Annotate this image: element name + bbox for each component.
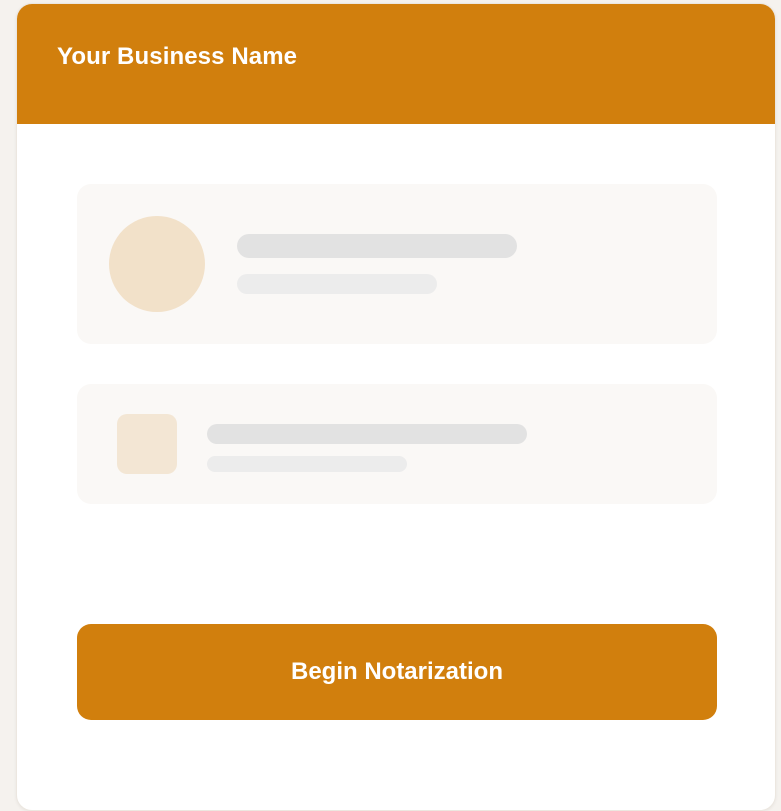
avatar-placeholder (109, 216, 205, 312)
skeleton-line-title (237, 234, 517, 258)
skeleton-document-panel (77, 384, 717, 504)
business-name-title: Your Business Name (57, 43, 298, 70)
begin-notarization-button[interactable]: Begin Notarization (77, 624, 717, 720)
skeleton-line-title (207, 424, 527, 444)
skeleton-line-subtitle (237, 274, 437, 294)
card-header: Your Business Name (17, 4, 775, 124)
notarization-card: Your Business Name Begin Notarization (16, 3, 776, 811)
document-icon-placeholder (117, 414, 177, 474)
skeleton-profile-panel (77, 184, 717, 344)
skeleton-line-subtitle (207, 456, 407, 472)
